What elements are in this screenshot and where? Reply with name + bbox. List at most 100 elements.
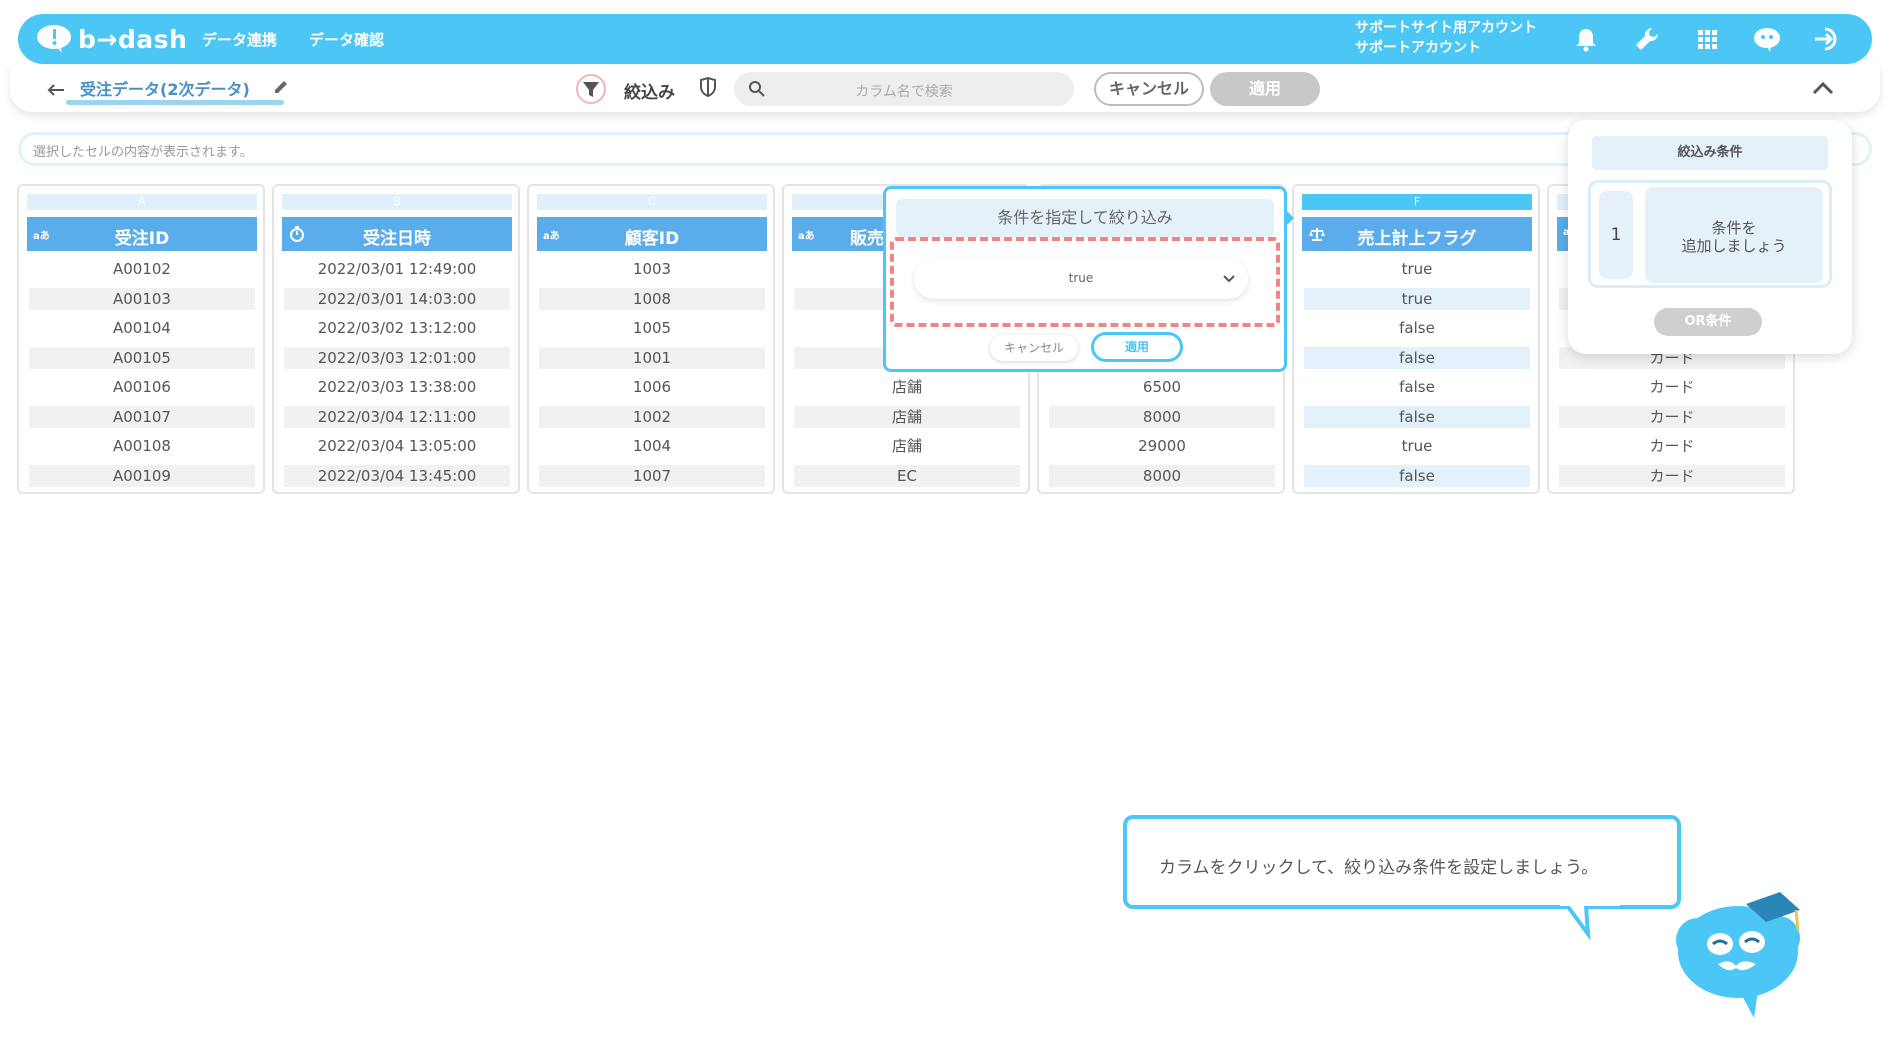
wrench-icon[interactable] bbox=[1632, 24, 1662, 54]
brand-name: b→dash bbox=[78, 24, 188, 54]
table-cell[interactable]: 1007 bbox=[539, 465, 765, 487]
table-cell[interactable]: A00106 bbox=[29, 376, 255, 398]
table-cell[interactable]: 1005 bbox=[539, 317, 765, 339]
add-line-1: 条件を bbox=[1711, 219, 1757, 237]
condition-number: 1 bbox=[1599, 191, 1633, 279]
text-type-icon: aあ bbox=[798, 231, 815, 242]
column-a[interactable]: A aあ 受注ID A00102 A00103 A00104 A00105 A0… bbox=[17, 184, 265, 494]
table-cell[interactable]: 2022/03/03 12:01:00 bbox=[284, 347, 510, 369]
shield-icon[interactable] bbox=[698, 76, 718, 98]
table-cell[interactable]: 店舗 bbox=[794, 406, 1020, 428]
table-cell[interactable]: A00108 bbox=[29, 435, 255, 457]
table-cell[interactable]: 1008 bbox=[539, 288, 765, 310]
tutorial-tip-bubble: カラムをクリックして、絞り込み条件を設定しましょう。 bbox=[1123, 815, 1681, 909]
bell-icon[interactable] bbox=[1571, 24, 1601, 54]
column-header[interactable]: 売上計上フラグ bbox=[1302, 217, 1532, 251]
table-cell[interactable]: false bbox=[1304, 376, 1530, 398]
tip-tail bbox=[1560, 900, 1620, 940]
table-cell[interactable]: 2022/03/01 14:03:00 bbox=[284, 288, 510, 310]
top-header: b→dash データ連携 データ確認 サポートサイト用アカウント サポートアカウ… bbox=[18, 14, 1872, 64]
tip-text: カラムをクリックして、絞り込み条件を設定しましょう。 bbox=[1159, 858, 1599, 878]
table-cell[interactable]: 29000 bbox=[1049, 435, 1275, 457]
logout-icon[interactable] bbox=[1812, 24, 1842, 54]
table-toolbar: 受注データ(2次データ) 絞込み カラム名で検索 キャンセル 適用 bbox=[10, 64, 1880, 112]
table-cell[interactable]: 2022/03/03 13:38:00 bbox=[284, 376, 510, 398]
table-cell[interactable]: true bbox=[1304, 258, 1530, 280]
column-letter: F bbox=[1302, 194, 1532, 210]
add-condition-button[interactable]: 条件を 追加しましょう bbox=[1645, 187, 1823, 283]
table-cell[interactable]: 2022/03/02 13:12:00 bbox=[284, 317, 510, 339]
table-cell[interactable]: 店舗 bbox=[794, 435, 1020, 457]
pencil-icon[interactable] bbox=[272, 78, 290, 96]
table-cell[interactable]: 店舗 bbox=[794, 376, 1020, 398]
column-name: 売上計上フラグ bbox=[1357, 229, 1477, 249]
table-cell[interactable]: A00103 bbox=[29, 288, 255, 310]
table-cell[interactable]: 6500 bbox=[1049, 376, 1275, 398]
table-cell[interactable]: 2022/03/04 12:11:00 bbox=[284, 406, 510, 428]
column-header[interactable]: aあ 受注ID bbox=[27, 217, 257, 251]
column-letter: B bbox=[282, 194, 512, 210]
table-cell[interactable]: カード bbox=[1559, 376, 1785, 398]
table-cell[interactable]: カード bbox=[1559, 435, 1785, 457]
table-cell[interactable]: 1001 bbox=[539, 347, 765, 369]
table-cell[interactable]: 2022/03/01 12:49:00 bbox=[284, 258, 510, 280]
cancel-button[interactable]: キャンセル bbox=[1094, 72, 1204, 106]
table-cell[interactable]: 1004 bbox=[539, 435, 765, 457]
table-cell[interactable]: A00107 bbox=[29, 406, 255, 428]
column-name: 顧客ID bbox=[624, 229, 680, 249]
table-cell[interactable]: 1006 bbox=[539, 376, 765, 398]
table-cell[interactable]: カード bbox=[1559, 406, 1785, 428]
panel-title: 絞込み条件 bbox=[1592, 136, 1828, 170]
table-cell[interactable]: false bbox=[1304, 317, 1530, 339]
mascot-help-icon[interactable] bbox=[1752, 24, 1782, 54]
title-underline bbox=[66, 100, 284, 105]
table-cell[interactable]: A00104 bbox=[29, 317, 255, 339]
add-line-2: 追加しましょう bbox=[1681, 237, 1787, 255]
table-cell[interactable]: 2022/03/04 13:45:00 bbox=[284, 465, 510, 487]
table-cell[interactable]: true bbox=[1304, 288, 1530, 310]
table-cell[interactable]: A00109 bbox=[29, 465, 255, 487]
filter-button[interactable] bbox=[576, 74, 606, 104]
condition-value-select[interactable]: true bbox=[914, 259, 1248, 299]
table-cell[interactable]: 8000 bbox=[1049, 465, 1275, 487]
table-name: 受注データ(2次データ) bbox=[80, 80, 250, 99]
popup-cancel-button[interactable]: キャンセル bbox=[990, 335, 1078, 361]
table-cell[interactable]: false bbox=[1304, 406, 1530, 428]
table-cell[interactable]: A00102 bbox=[29, 258, 255, 280]
cell-content-placeholder: 選択したセルの内容が表示されます。 bbox=[33, 145, 253, 160]
apply-button[interactable]: 適用 bbox=[1210, 72, 1320, 106]
column-header[interactable]: aあ 顧客ID bbox=[537, 217, 767, 251]
table-cell[interactable]: false bbox=[1304, 347, 1530, 369]
nav-data-integration[interactable]: データ連携 bbox=[202, 29, 277, 50]
column-name: 販売 bbox=[850, 229, 884, 249]
account-info[interactable]: サポートサイト用アカウント サポートアカウント bbox=[1355, 18, 1537, 58]
table-cell[interactable]: 1003 bbox=[539, 258, 765, 280]
table-cell[interactable]: 8000 bbox=[1049, 406, 1275, 428]
column-b[interactable]: B 受注日時 2022/03/01 12:49:00 2022/03/01 14… bbox=[272, 184, 520, 494]
table-cell[interactable]: 1002 bbox=[539, 406, 765, 428]
column-f[interactable]: F 売上計上フラグ true true false false false fa… bbox=[1292, 184, 1540, 494]
table-cell[interactable]: false bbox=[1304, 465, 1530, 487]
table-cell[interactable]: true bbox=[1304, 435, 1530, 457]
column-name: 受注日時 bbox=[363, 229, 431, 249]
column-letter: C bbox=[537, 194, 767, 210]
grid-icon[interactable] bbox=[1692, 24, 1722, 54]
column-search-input[interactable]: カラム名で検索 bbox=[734, 72, 1074, 106]
chevron-up-icon[interactable] bbox=[1810, 78, 1836, 98]
brand-logo[interactable]: b→dash bbox=[36, 20, 187, 58]
nav-data-check[interactable]: データ確認 bbox=[309, 29, 384, 50]
table-cell[interactable]: EC bbox=[794, 465, 1020, 487]
chevron-down-icon bbox=[1223, 275, 1235, 283]
or-condition-button[interactable]: OR条件 bbox=[1654, 308, 1762, 336]
column-c[interactable]: C aあ 顧客ID 1003 1008 1005 1001 1006 1002 … bbox=[527, 184, 775, 494]
table-cell[interactable]: 2022/03/04 13:05:00 bbox=[284, 435, 510, 457]
popup-apply-button[interactable]: 適用 bbox=[1091, 332, 1183, 362]
table-cell[interactable]: A00105 bbox=[29, 347, 255, 369]
filter-condition-popup: 条件を指定して絞り込み true キャンセル 適用 bbox=[883, 186, 1294, 372]
column-header[interactable]: 受注日時 bbox=[282, 217, 512, 251]
logo-bubble-icon bbox=[37, 25, 71, 53]
condition-group: 1 条件を 追加しましょう bbox=[1588, 180, 1832, 288]
search-placeholder: カラム名で検索 bbox=[855, 84, 953, 100]
back-arrow-icon[interactable] bbox=[46, 82, 66, 98]
table-cell[interactable]: カード bbox=[1559, 465, 1785, 487]
